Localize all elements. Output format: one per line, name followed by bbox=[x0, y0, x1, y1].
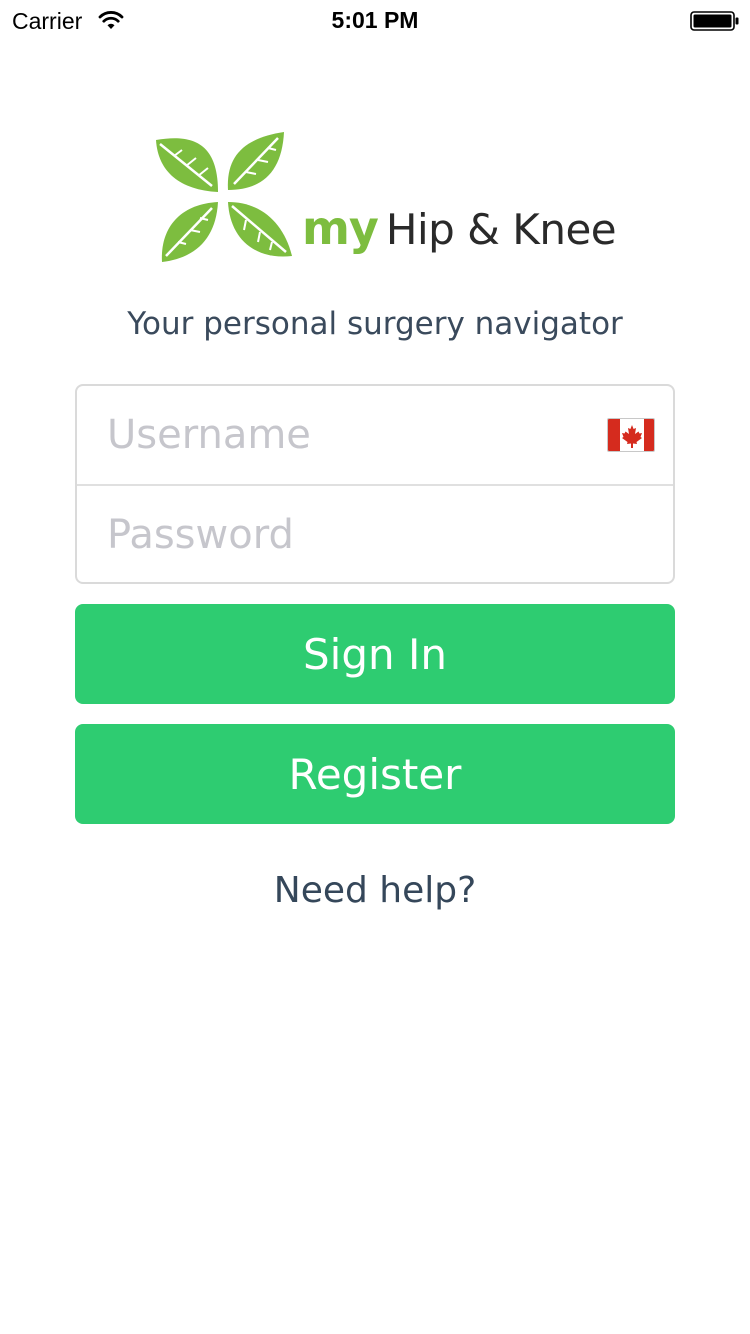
register-button[interactable]: Register bbox=[75, 724, 675, 824]
status-bar: Carrier 5:01 PM bbox=[0, 0, 750, 40]
login-screen: Carrier 5:01 PM my Hip & Knee Your perso… bbox=[0, 0, 750, 1334]
sign-in-button[interactable]: Sign In bbox=[75, 604, 675, 704]
password-input[interactable] bbox=[77, 486, 673, 584]
status-time: 5:01 PM bbox=[331, 7, 419, 33]
logo-wordmark: my Hip & Knee bbox=[302, 201, 617, 261]
logo-my-text: my bbox=[302, 201, 379, 255]
login-form bbox=[75, 384, 675, 584]
username-input[interactable] bbox=[77, 386, 673, 484]
canada-flag-graphic bbox=[608, 419, 654, 451]
four-leaves-icon bbox=[156, 132, 292, 262]
canada-flag-icon[interactable] bbox=[607, 418, 655, 452]
battery-full-icon bbox=[690, 11, 739, 31]
need-help-link[interactable]: Need help? bbox=[0, 870, 750, 911]
tagline: Your personal surgery navigator bbox=[127, 306, 623, 342]
logo-hip-knee-text: Hip & Knee bbox=[385, 205, 617, 254]
app-logo: my Hip & Knee bbox=[150, 128, 617, 268]
